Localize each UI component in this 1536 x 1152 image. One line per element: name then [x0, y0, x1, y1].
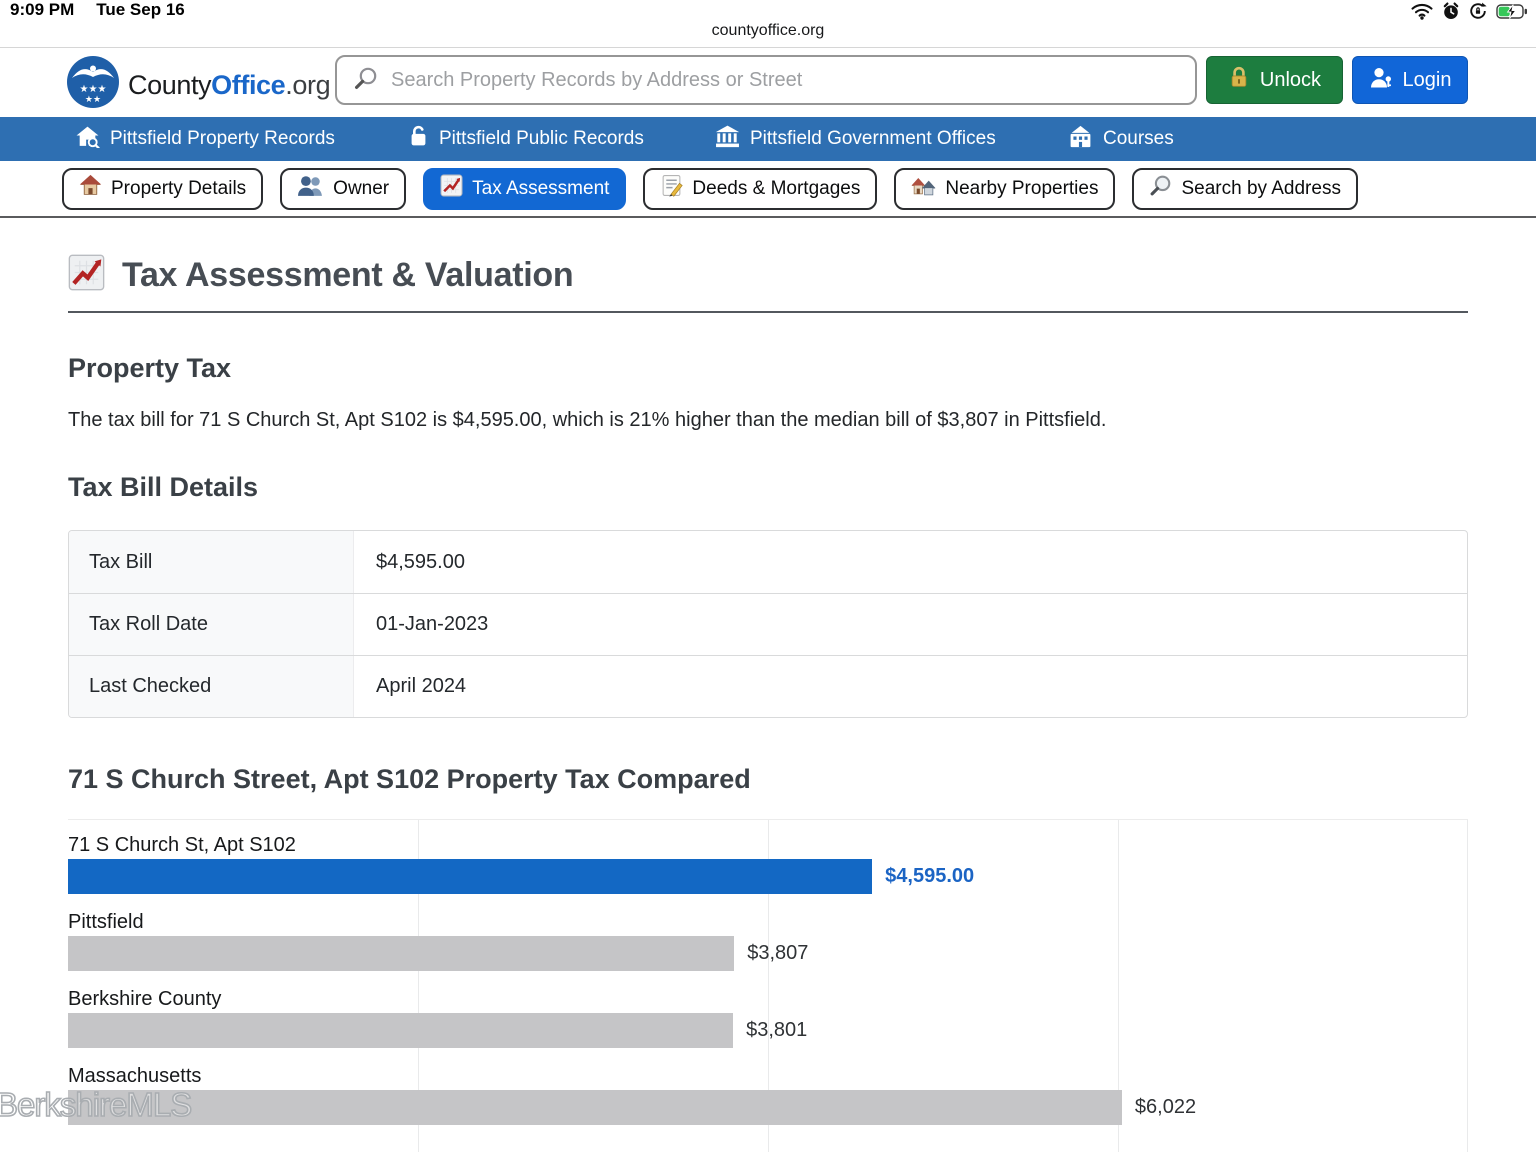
search-icon [353, 65, 379, 96]
main-content: Tax Assessment & Valuation Property Tax … [0, 254, 1536, 1149]
tab-deeds-mortgages[interactable]: Deeds & Mortgages [643, 168, 877, 210]
clock: 9:09 PM Tue Sep 16 [10, 0, 185, 20]
bar-pittsfield [68, 936, 734, 971]
tab-property-details[interactable]: Property Details [62, 168, 263, 210]
bar-value-label: $4,595.00 [885, 865, 974, 888]
title-divider [68, 311, 1468, 313]
search-bar[interactable] [335, 55, 1197, 105]
table-row: Tax Roll Date 01-Jan-2023 [69, 593, 1467, 655]
svg-text:★★: ★★ [85, 94, 101, 104]
bar-value-label: $3,807 [747, 942, 808, 965]
property-tax-bar-chart: 71 S Church St, Apt S102 $4,595.00 Pitts… [68, 819, 1468, 1149]
wifi-icon [1411, 3, 1433, 25]
alarm-icon [1442, 2, 1460, 25]
table-row: Last Checked April 2024 [69, 655, 1467, 717]
tab-nearby-properties[interactable]: Nearby Properties [894, 168, 1115, 210]
tax-bill-details-table: Tax Bill $4,595.00 Tax Roll Date 01-Jan-… [68, 530, 1468, 718]
user-key-icon [1369, 67, 1393, 94]
bar-row-pittsfield: Pittsfield $3,807 [68, 909, 1468, 971]
bar-row-berkshire-county: Berkshire County $3,801 [68, 986, 1468, 1048]
bar-value-label: $3,801 [746, 1019, 807, 1042]
status-time: 9:09 PM [10, 0, 74, 19]
bar-massachusetts [68, 1090, 1122, 1125]
people-icon [297, 175, 324, 202]
table-row: Tax Bill $4,595.00 [69, 531, 1467, 593]
brand-name[interactable]: CountyOffice.org [128, 70, 330, 101]
nav-pittsfield-government-offices[interactable]: Pittsfield Government Offices [715, 117, 996, 161]
nav-pittsfield-property-records[interactable]: Pittsfield Property Records [75, 117, 335, 161]
chart-icon [440, 174, 463, 203]
tab-search-by-address[interactable]: Search by Address [1132, 168, 1357, 210]
status-date: Tue Sep 16 [96, 0, 185, 19]
property-tax-summary: The tax bill for 71 S Church St, Apt S10… [68, 409, 1468, 432]
bar-row-subject-property: 71 S Church St, Apt S102 $4,595.00 [68, 832, 1468, 894]
chart-heading: 71 S Church Street, Apt S102 Property Ta… [68, 764, 1468, 795]
bar-berkshire-county [68, 1013, 733, 1048]
primary-nav: Pittsfield Property Records Pittsfield P… [0, 117, 1536, 161]
house-icon [79, 174, 102, 203]
unlock-button[interactable]: Unlock [1206, 56, 1343, 104]
address-bar[interactable]: countyoffice.org [0, 22, 1536, 40]
bar-subject-property [68, 859, 872, 894]
search-input[interactable] [391, 69, 1166, 92]
page-title: Tax Assessment & Valuation [122, 256, 573, 295]
unlocked-padlock-icon [408, 125, 429, 154]
houses-icon [911, 174, 936, 203]
school-icon [1068, 125, 1093, 154]
magnifier-icon [1149, 174, 1172, 203]
rotation-lock-icon [1469, 2, 1487, 25]
tab-owner[interactable]: Owner [280, 168, 406, 210]
site-header: ★★★★★ CountyOffice.org Unlock Login [0, 48, 1536, 117]
property-tax-heading: Property Tax [68, 353, 1468, 384]
gold-padlock-icon [1228, 66, 1250, 94]
government-building-icon [715, 125, 740, 154]
nav-courses[interactable]: Courses [1068, 117, 1174, 161]
tax-bill-details-heading: Tax Bill Details [68, 472, 1468, 503]
chart-title-icon [68, 254, 105, 296]
memo-pencil-icon [660, 174, 683, 203]
tab-tax-assessment[interactable]: Tax Assessment [423, 168, 626, 210]
house-search-icon [75, 125, 100, 154]
nav-pittsfield-public-records[interactable]: Pittsfield Public Records [408, 117, 644, 161]
bar-row-massachusetts: Massachusetts $6,022 [68, 1063, 1468, 1125]
status-bar: 9:09 PM Tue Sep 16 countyoffice.org [0, 0, 1536, 48]
bar-value-label: $6,022 [1135, 1096, 1196, 1119]
battery-charging-icon [1496, 4, 1528, 24]
record-tabs: Property Details Owner Tax Assessment De… [0, 161, 1536, 218]
login-button[interactable]: Login [1352, 56, 1468, 104]
countyoffice-logo[interactable]: ★★★★★ [66, 55, 120, 109]
